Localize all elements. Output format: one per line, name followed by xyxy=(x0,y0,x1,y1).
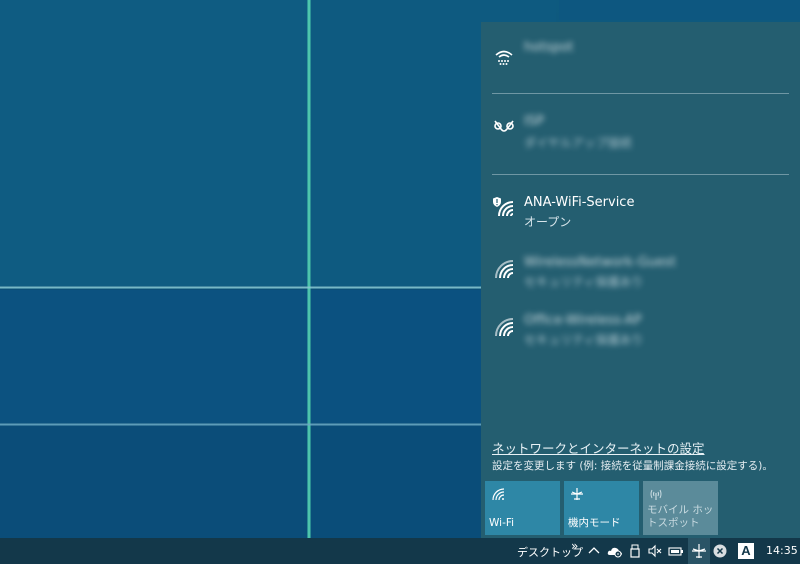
network-settings-link[interactable]: ネットワークとインターネットの設定 xyxy=(492,438,705,457)
ime-label: A xyxy=(741,543,751,558)
wallpaper-pane xyxy=(0,290,308,423)
chevron-up-icon[interactable] xyxy=(586,543,602,559)
onedrive-icon[interactable] xyxy=(607,543,623,559)
network-item-ana-wifi-service[interactable]: ANA-WiFi-Service オープン xyxy=(481,190,800,236)
network-name: hotspot xyxy=(524,40,574,55)
mobile-hotspot-tile[interactable]: モバイル ホットスポット xyxy=(643,481,718,535)
wallpaper-light-beam xyxy=(0,286,560,289)
wifi-icon xyxy=(491,487,505,501)
network-status: セキュリティ保護あり xyxy=(524,333,644,347)
network-name: ANA-WiFi-Service xyxy=(524,195,635,210)
wifi-open-shield-icon xyxy=(493,196,515,218)
tile-label: 機内モード xyxy=(568,517,621,529)
ime-icon[interactable]: A xyxy=(738,543,754,559)
wifi-toggle-tile[interactable]: Wi-Fi xyxy=(485,481,560,535)
wallpaper-pane xyxy=(559,0,800,20)
network-item-isp[interactable]: ISP ダイヤルアップ接続 xyxy=(481,108,800,158)
taskbar: デスクトップ » A 14:35 xyxy=(0,538,800,564)
clock[interactable]: 14:35 xyxy=(766,544,798,557)
wallpaper-pane xyxy=(0,426,308,538)
usb-icon[interactable] xyxy=(627,543,643,559)
network-settings-description: 設定を変更します (例: 接続を従量制課金接続に設定する)。 xyxy=(492,460,773,472)
cellular-signal-icon xyxy=(493,46,515,68)
divider xyxy=(492,174,789,175)
network-item-wifi[interactable]: Office-Wireless-AP セキュリティ保護あり xyxy=(481,308,800,354)
toolbar-overflow-chevron[interactable]: » xyxy=(571,539,578,553)
tile-label: モバイル ホットスポット xyxy=(647,504,714,529)
network-item-wifi[interactable]: WirelessNetwork-Guest セキュリティ保護あり xyxy=(481,250,800,296)
network-status: オープン xyxy=(524,215,572,229)
volume-mute-icon[interactable] xyxy=(647,543,663,559)
network-item-hotspot[interactable]: hotspot xyxy=(481,36,800,86)
network-name: WirelessNetwork-Guest xyxy=(524,255,677,270)
network-flyout: hotspot ISP ダイヤルアップ接続 ANA-WiFi-Service オ… xyxy=(481,22,800,538)
divider xyxy=(492,93,789,94)
battery-icon[interactable] xyxy=(668,543,684,559)
wifi-icon xyxy=(493,258,515,280)
wallpaper-pane xyxy=(0,0,308,286)
airplane-icon[interactable] xyxy=(691,543,707,559)
network-status: セキュリティ保護あり xyxy=(524,275,644,289)
hotspot-icon xyxy=(649,487,663,501)
tile-label: Wi-Fi xyxy=(489,517,515,529)
airplane-mode-tile[interactable]: 機内モード xyxy=(564,481,639,535)
network-name: Office-Wireless-AP xyxy=(524,313,642,328)
dialup-connection-icon xyxy=(493,115,515,137)
wallpaper-light-beam xyxy=(0,423,560,426)
airplane-icon xyxy=(570,487,584,501)
network-status: ダイヤルアップ接続 xyxy=(524,136,632,150)
network-name: ISP xyxy=(524,114,544,129)
wallpaper-light-beam xyxy=(307,0,311,538)
close-circle-icon[interactable] xyxy=(712,543,728,559)
wifi-icon xyxy=(493,316,515,338)
